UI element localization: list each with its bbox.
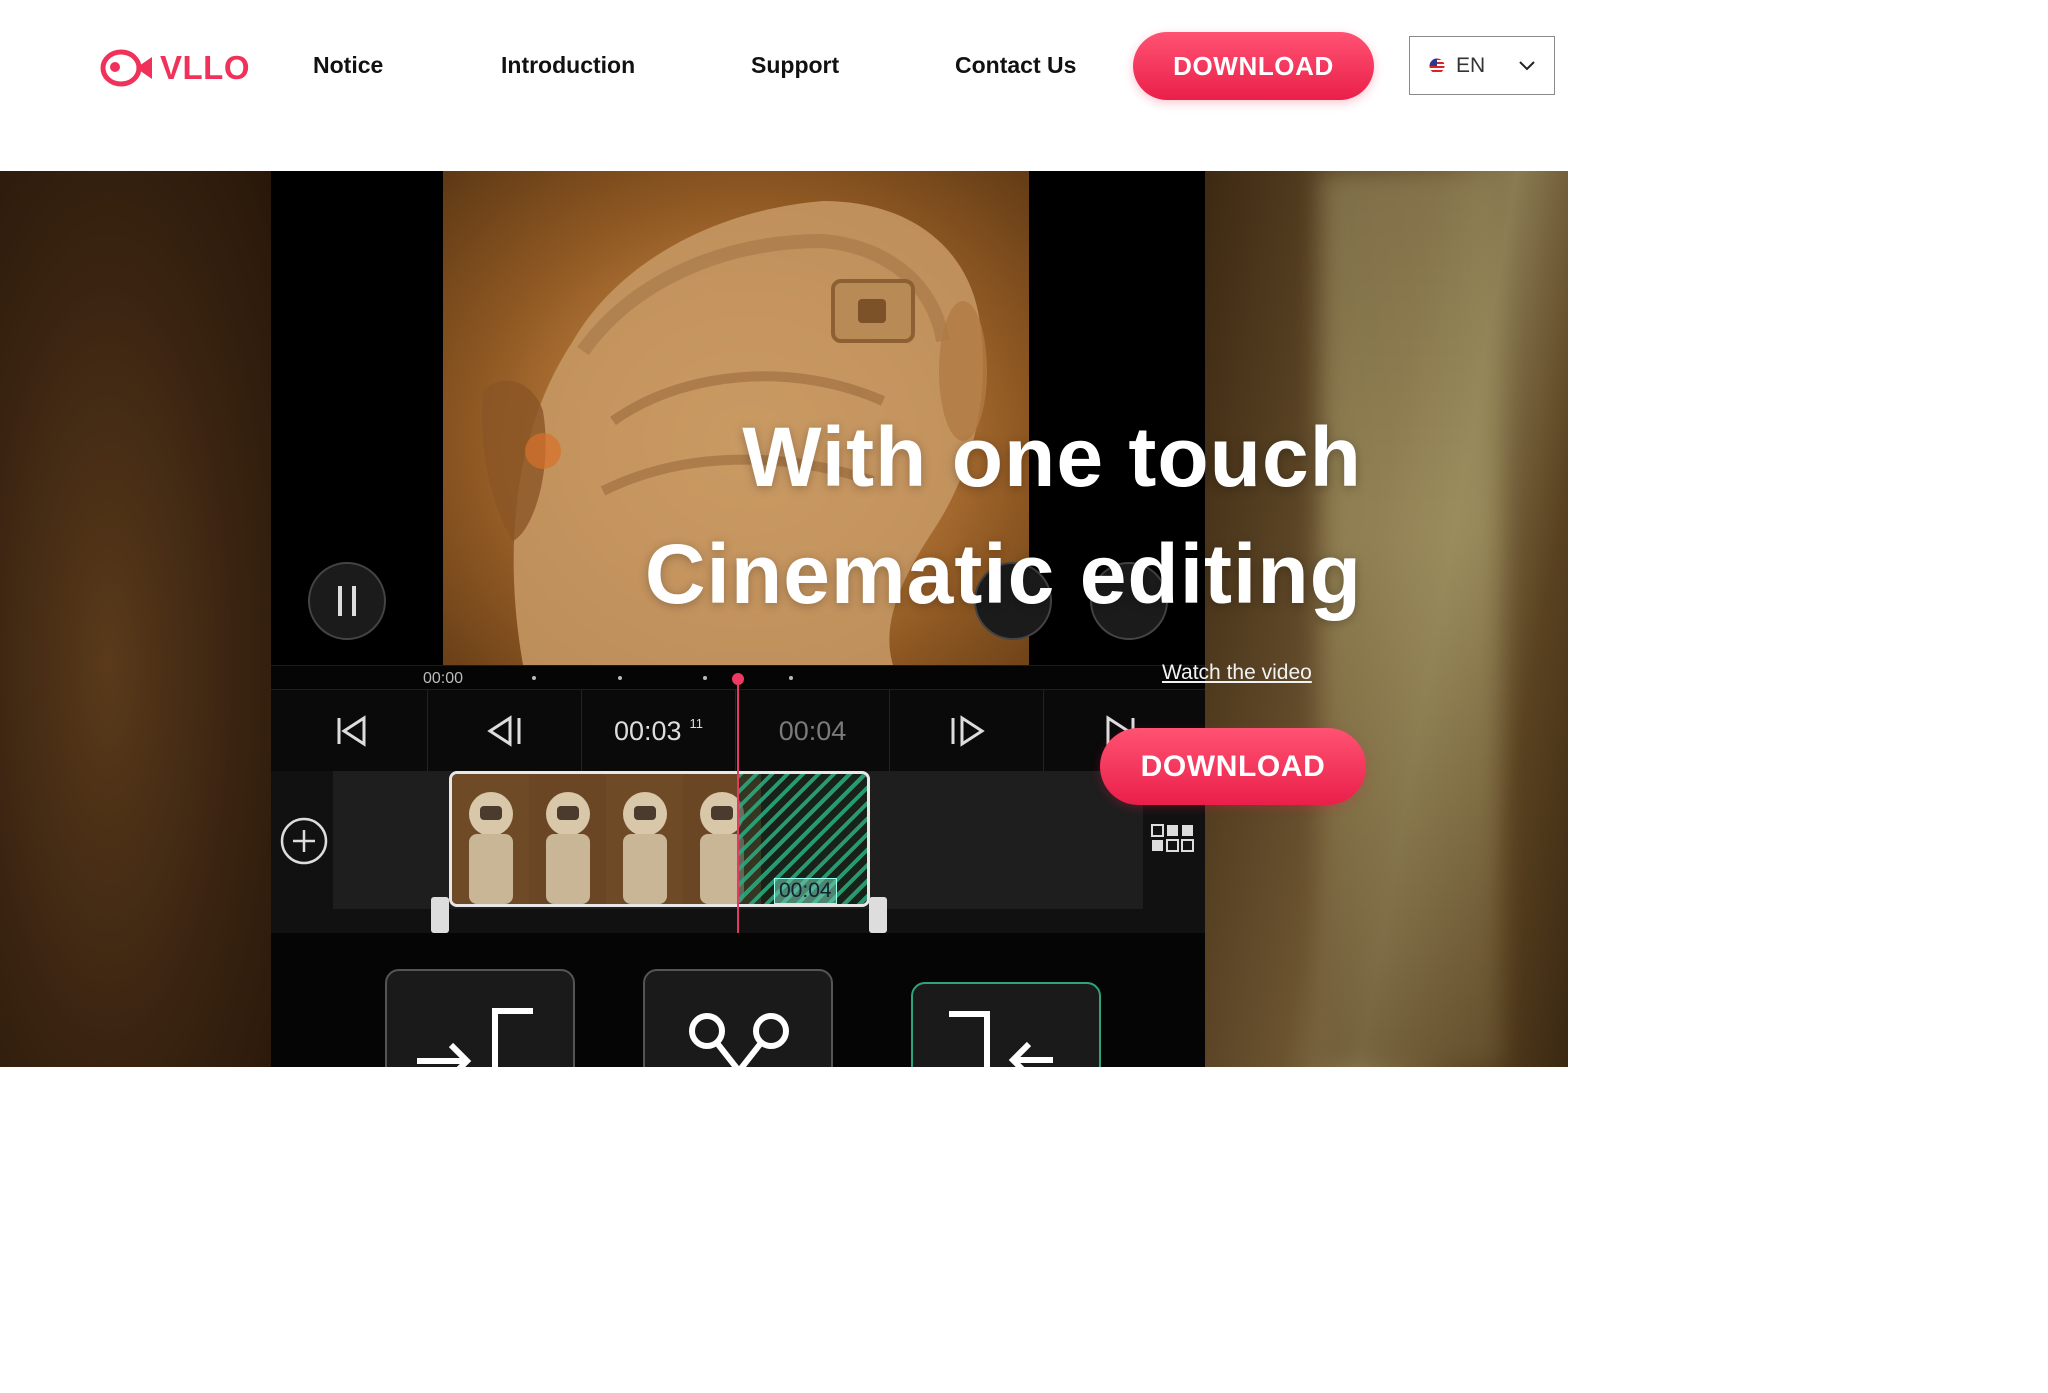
vllo-logo[interactable]: VLLO <box>100 47 250 89</box>
nav-link-introduction[interactable]: Introduction <box>501 52 635 79</box>
fish-play-icon <box>100 49 152 87</box>
grid-icon[interactable] <box>1150 823 1196 855</box>
playhead-knob[interactable] <box>732 673 744 685</box>
playhead[interactable] <box>737 679 739 933</box>
split-tool-icon <box>417 1008 533 1067</box>
language-code: EN <box>1456 53 1486 77</box>
ruler-start-time: 00:00 <box>423 670 464 687</box>
clip-thumbnail <box>529 774 607 904</box>
current-frame: 11 <box>689 715 704 731</box>
hero-headline-line2: Cinematic editing <box>644 527 1362 621</box>
nav-download-button[interactable]: DOWNLOAD <box>1133 32 1374 100</box>
add-clip-icon[interactable] <box>279 816 329 866</box>
ruler-tick <box>532 676 536 680</box>
clip-duration: 00:04 <box>774 878 837 904</box>
top-navbar: VLLO Notice Introduction Support Contact… <box>0 0 1568 171</box>
language-selector[interactable]: EN <box>1409 36 1555 95</box>
next-time-display: 00:04 <box>736 690 890 772</box>
merge-tool-button[interactable] <box>911 982 1101 1067</box>
clip-trim-handle-right[interactable] <box>869 897 887 933</box>
hero-download-button[interactable]: DOWNLOAD <box>1100 728 1366 805</box>
hero-headline-line1: With one touch <box>742 410 1362 504</box>
clip-trim-handle-left[interactable] <box>431 897 449 933</box>
ruler-tick <box>618 676 622 680</box>
hero-section: 00:00 00:03 11 00:04 00:04 With one touc… <box>0 171 1568 1067</box>
cut-tool-icon <box>689 1013 789 1067</box>
pause-button[interactable] <box>308 562 386 640</box>
previous-frame-icon <box>486 715 520 747</box>
chevron-down-icon <box>1519 61 1535 71</box>
current-time: 00:03 <box>613 715 682 746</box>
current-time-display: 00:03 11 <box>582 690 736 772</box>
next-time: 00:04 <box>778 715 847 746</box>
merge-tool-icon <box>949 1011 1053 1067</box>
edit-toolbar <box>271 933 1205 1067</box>
nav-link-contact-us[interactable]: Contact Us <box>955 52 1076 79</box>
split-tool-button[interactable] <box>385 969 575 1067</box>
cut-tool-button[interactable] <box>643 969 833 1067</box>
next-frame-button[interactable] <box>890 690 1044 772</box>
watch-video-link[interactable]: Watch the video <box>1162 661 1312 685</box>
hero-background-left <box>0 171 271 1067</box>
nav-link-notice[interactable]: Notice <box>313 52 383 79</box>
skip-to-start-button[interactable] <box>274 690 428 772</box>
clip-thumbnail <box>452 774 530 904</box>
pause-icon <box>338 586 356 616</box>
skip-to-start-icon <box>337 715 365 747</box>
next-frame-icon <box>951 715 985 747</box>
previous-frame-button[interactable] <box>428 690 582 772</box>
nav-link-support[interactable]: Support <box>751 52 839 79</box>
clip-thumbnail <box>606 774 684 904</box>
us-flag-icon <box>1429 58 1445 73</box>
video-clip[interactable]: 00:04 <box>449 771 870 907</box>
ruler-tick <box>703 676 707 680</box>
ruler-tick <box>789 676 793 680</box>
brand-name: VLLO <box>160 49 250 86</box>
